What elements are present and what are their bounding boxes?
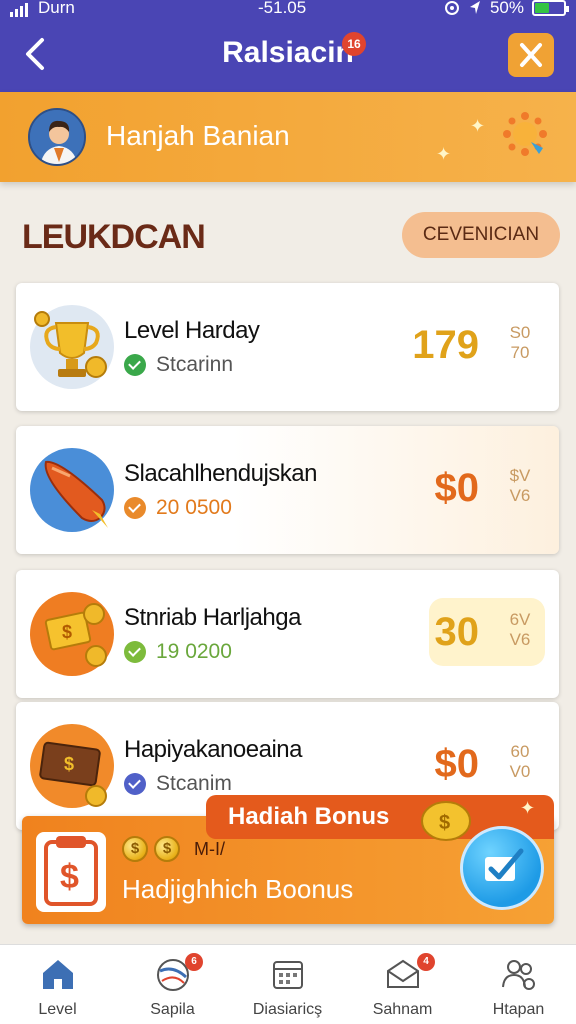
location-icon	[469, 1, 480, 14]
check-icon	[124, 641, 146, 663]
fraction-top: $V	[509, 466, 531, 485]
user-avatar-icon	[30, 110, 84, 164]
close-button[interactable]	[508, 33, 554, 77]
coin-icon: $	[154, 836, 180, 862]
calendar-icon	[273, 961, 303, 989]
sparkle-icon: ✦	[520, 798, 536, 818]
svg-text:$: $	[62, 622, 72, 642]
tab-label: Diasiaricş	[252, 1001, 323, 1018]
tab-sahnam[interactable]: 4 Sahnam	[345, 945, 460, 1024]
section-action-button[interactable]: CEVENICIAN	[402, 212, 560, 258]
checkbox-icon	[485, 848, 524, 881]
list-item[interactable]: $ Stnriab Harljahga 19 0200 30 6V V6	[16, 570, 559, 698]
card-subtitle: Stcanim	[124, 772, 232, 796]
tab-label: Level	[38, 1001, 77, 1018]
alarm-icon	[444, 1, 459, 15]
tab-badge: 4	[417, 953, 435, 971]
tab-label: Sahnam	[372, 1001, 433, 1018]
bonus-coins: $ $ M-I/	[122, 836, 225, 862]
battery-percent: 50%	[489, 0, 524, 17]
status-time: -51.05	[258, 0, 307, 17]
card-subtitle-text: Stcarinn	[156, 353, 234, 376]
tab-label: Htapan	[492, 1001, 545, 1018]
users-icon	[502, 960, 535, 990]
list-item[interactable]: Level Harday Stcarinn 179 S0 70	[16, 283, 559, 411]
avatar[interactable]	[28, 108, 86, 166]
rocket-icon	[30, 448, 114, 532]
card-subtitle: Stcarinn	[124, 353, 233, 377]
tab-badge: 6	[185, 953, 203, 971]
status-right: 50%	[444, 0, 569, 18]
status-bar: Durn -51.05 50%	[0, 0, 576, 22]
bonus-text: Hadjighhich Boonus	[122, 874, 354, 904]
page-title: Ralsiacin	[222, 36, 354, 69]
card-fraction: 6V V6	[507, 610, 533, 650]
card-value: 30	[434, 610, 480, 654]
card-fraction: $V V6	[507, 466, 533, 506]
tab-diasiarics[interactable]: Diasiaricş	[230, 945, 345, 1024]
card-subtitle: 20 0500	[124, 496, 232, 520]
coin-icon: $	[122, 836, 148, 862]
svg-text:$: $	[439, 812, 450, 834]
signal-icon	[10, 3, 28, 17]
svg-text:$: $	[60, 858, 79, 896]
fraction-top: S0	[509, 323, 531, 342]
list-item[interactable]: Slacahlhendujskan 20 0500 $0 $V V6	[16, 426, 559, 554]
card-title: Stnriab Harljahga	[124, 604, 301, 631]
check-icon	[124, 497, 146, 519]
fraction-bottom: 70	[510, 343, 530, 362]
check-icon	[124, 773, 146, 795]
home-icon	[43, 960, 73, 989]
fraction-top: 60	[510, 742, 530, 761]
bottom-tab-bar: Level 6 Sapila Diasiaricş 4 Sahnam Htapa…	[0, 944, 576, 1024]
card-subtitle: 19 0200	[124, 640, 232, 664]
battery-icon	[532, 0, 569, 16]
card-title: Slacahlhendujskan	[124, 460, 317, 487]
bonus-claim-button[interactable]	[460, 826, 544, 910]
card-value: 179	[412, 323, 479, 367]
card-title: Level Harday	[124, 317, 260, 344]
fraction-bottom: V6	[509, 486, 531, 505]
sun-icon	[503, 112, 547, 156]
card-subtitle-text: Stcanim	[156, 772, 232, 795]
notification-badge: 16	[342, 32, 366, 56]
profile-name: Hanjah Banian	[106, 120, 290, 151]
fraction-top: 6V	[509, 610, 531, 629]
card-value: $0	[434, 742, 480, 786]
bonus-receipt-icon: $	[36, 832, 106, 912]
card-subtitle-text: 19 0200	[156, 640, 232, 663]
carrier-label: Durn	[38, 0, 75, 17]
tab-label: Sapila	[150, 1001, 195, 1018]
tab-level[interactable]: Level	[0, 945, 115, 1024]
tab-htapan[interactable]: Htapan	[461, 945, 576, 1024]
card-value: $0	[434, 466, 480, 510]
svg-text:$: $	[64, 754, 74, 774]
bonus-code: M-I/	[194, 838, 225, 859]
tab-sapila[interactable]: 6 Sapila	[115, 945, 230, 1024]
sparkle-icon: ✦	[436, 144, 452, 164]
close-icon	[520, 43, 542, 67]
card-subtitle-text: 20 0500	[156, 496, 232, 519]
wallet-icon: $	[30, 724, 114, 808]
card-title: Hapiyakanoeaina	[124, 736, 302, 763]
top-bar: Durn -51.05 50% Ralsiacin 16	[0, 0, 576, 92]
card-fraction: S0 70	[507, 323, 533, 363]
profile-banner[interactable]: Hanjah Banian ✦ ✦	[0, 92, 576, 182]
fraction-bottom: V0	[509, 762, 531, 781]
check-icon	[124, 354, 146, 376]
section-title: LEUKDCAN	[22, 218, 206, 256]
card-fraction: 60 V0	[507, 742, 533, 782]
sparkle-icon: ✦	[470, 116, 486, 136]
trophy-icon	[30, 305, 114, 389]
money-icon: $	[30, 592, 114, 676]
fraction-bottom: V6	[509, 630, 531, 649]
